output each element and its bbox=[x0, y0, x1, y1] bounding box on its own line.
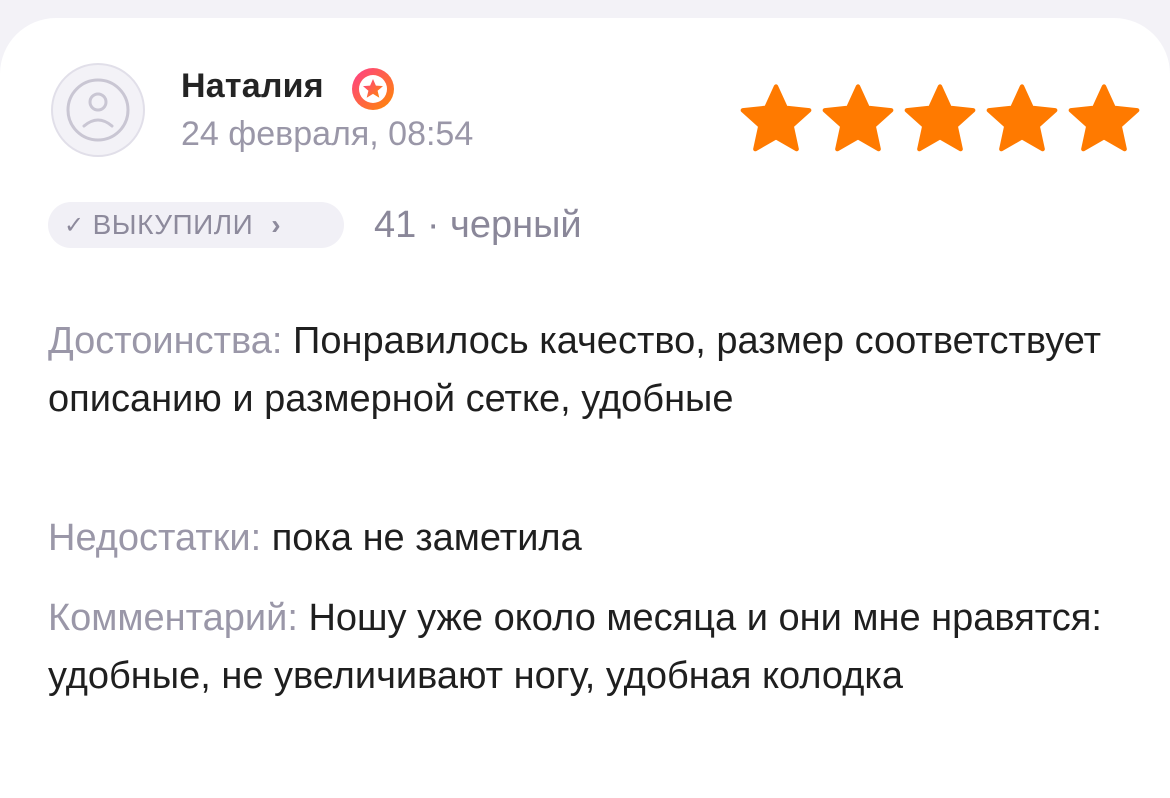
comment-section: Комментарий: Ношу уже около месяца и они… bbox=[48, 589, 1128, 705]
star-icon bbox=[986, 84, 1058, 152]
premium-badge-icon bbox=[352, 68, 394, 110]
star-icon bbox=[740, 84, 812, 152]
cons-label: Недостатки: bbox=[48, 517, 262, 559]
author-name[interactable]: Наталия bbox=[181, 66, 324, 106]
star-icon bbox=[904, 84, 976, 152]
purchased-label: ВЫКУПИЛИ bbox=[92, 209, 254, 240]
review-card: Наталия 24 февраля, 08:54 ✓ ВЫКУПИЛИ › 4… bbox=[0, 18, 1170, 798]
pros-label: Достоинства: bbox=[48, 320, 283, 362]
product-variant: 41 · черный bbox=[374, 204, 582, 246]
check-icon: ✓ bbox=[64, 211, 85, 239]
cons-section: Недостатки: пока не заметила bbox=[48, 509, 1128, 567]
avatar-icon[interactable] bbox=[50, 62, 146, 158]
rating-stars bbox=[738, 84, 1142, 156]
star-icon bbox=[1068, 84, 1140, 152]
pros-section: Достоинства: Понравилось качество, разме… bbox=[48, 312, 1128, 428]
star-icon bbox=[822, 84, 894, 152]
chevron-right-icon: › bbox=[271, 209, 282, 240]
review-date: 24 февраля, 08:54 bbox=[181, 115, 474, 153]
cons-text: пока не заметила bbox=[271, 517, 582, 559]
purchased-badge-button[interactable]: ✓ ВЫКУПИЛИ › bbox=[48, 202, 344, 248]
comment-label: Комментарий: bbox=[48, 597, 298, 639]
